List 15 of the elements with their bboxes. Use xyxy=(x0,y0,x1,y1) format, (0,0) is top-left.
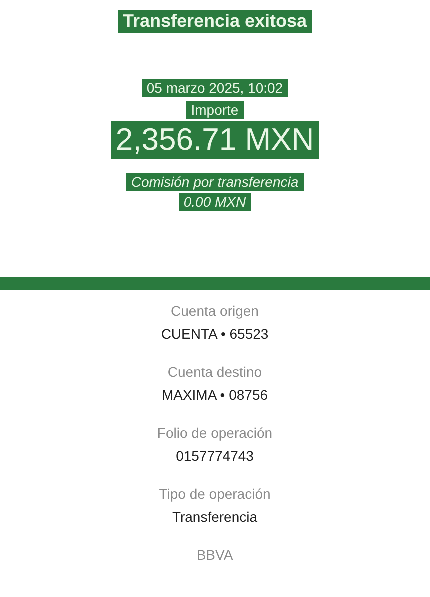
detail-label: Cuenta destino xyxy=(168,363,262,381)
bank-name: BBVA xyxy=(196,546,234,564)
detail-value: Transferencia xyxy=(172,508,258,526)
amount-value: 2,356.71 MXN xyxy=(110,120,320,159)
fee-value: 0.00 MXN xyxy=(178,192,252,211)
success-title: Transferencia exitosa xyxy=(118,10,312,33)
detail-value: MAXIMA • 08756 xyxy=(162,386,268,404)
detail-label: Cuenta origen xyxy=(171,302,259,320)
amount-label: Importe xyxy=(186,100,244,119)
fee-label: Comisión por transferencia xyxy=(126,172,304,191)
detail-value: 0157774743 xyxy=(176,447,254,465)
transfer-datetime: 05 marzo 2025, 10:02 xyxy=(142,78,288,97)
detail-value: CUENTA • 65523 xyxy=(161,325,269,343)
detail-label: Tipo de operación xyxy=(159,485,271,503)
detail-label: Folio de operación xyxy=(157,424,273,442)
